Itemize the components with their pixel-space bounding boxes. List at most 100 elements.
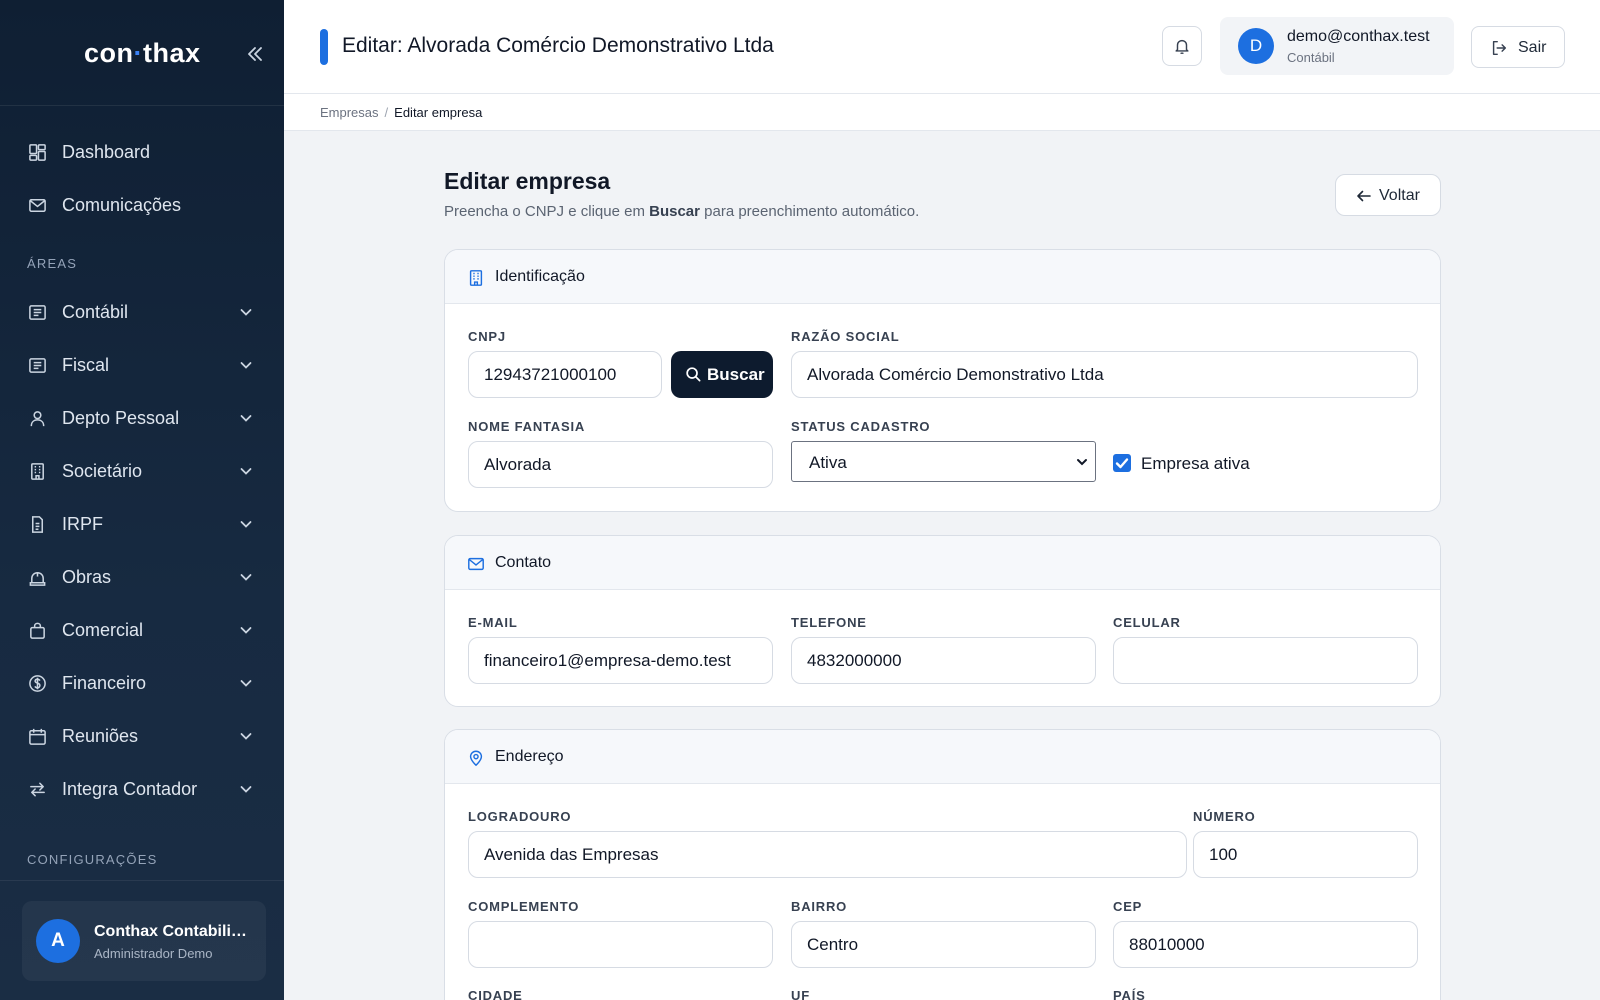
logradouro-input[interactable]: Avenida das Empresas	[468, 831, 1187, 878]
mail-icon	[27, 195, 47, 215]
breadcrumb: Empresas / Editar empresa	[320, 105, 482, 120]
card-header: Contato	[445, 536, 1440, 590]
user-icon	[27, 408, 47, 428]
notifications-button[interactable]	[1162, 26, 1202, 66]
email-input[interactable]: financeiro1@empresa-demo.test	[468, 637, 773, 684]
status-cadastro-select[interactable]: Ativa	[791, 441, 1096, 482]
complemento-input[interactable]	[468, 921, 773, 968]
search-icon	[686, 367, 701, 382]
sidebar-item-label: Depto Pessoal	[62, 407, 180, 428]
telefone-label: TELEFONE	[791, 615, 867, 630]
cep-label: CEP	[1113, 899, 1143, 914]
bairro-label: BAIRRO	[791, 899, 848, 914]
sidebar-item-label: Obras	[62, 566, 112, 587]
sidebar-item-societario[interactable]: Societário	[0, 448, 284, 494]
page-subtitle: Preencha o CNPJ e clique em Buscar para …	[444, 203, 920, 220]
cnpj-input[interactable]: 12943721000100	[468, 351, 662, 398]
title-accent-bar	[320, 29, 328, 65]
sidebar-item-label: Societário	[62, 460, 143, 481]
chevron-down-icon	[238, 410, 254, 426]
sidebar-item-label: Fiscal	[62, 354, 110, 375]
sidebar-item-depto-pessoal[interactable]: Depto Pessoal	[0, 395, 284, 441]
sidebar-item-contabil[interactable]: Contábil	[0, 289, 284, 335]
cnpj-label: CNPJ	[468, 329, 506, 344]
logout-button[interactable]: Sair	[1471, 26, 1565, 68]
celular-input[interactable]	[1113, 637, 1418, 684]
sidebar-item-irpf[interactable]: IRPF	[0, 501, 284, 547]
sidebar-item-comunicacoes[interactable]: Comunicações	[0, 182, 284, 228]
collapse-sidebar-button[interactable]	[240, 40, 270, 68]
swap-icon	[27, 779, 47, 799]
page-title: Editar empresa	[444, 168, 611, 194]
complemento-label: COMPLEMENTO	[468, 899, 580, 914]
back-button[interactable]: Voltar	[1335, 174, 1441, 216]
card-title: Endereço	[495, 748, 564, 765]
nome-fantasia-label: NOME FANTASIA	[468, 419, 586, 434]
header-title: Editar: Alvorada Comércio Demonstrativo …	[342, 34, 774, 57]
dashboard-icon	[27, 142, 47, 162]
sidebar-item-integra-contador[interactable]: Integra Contador	[0, 766, 284, 812]
razao-social-input[interactable]: Alvorada Comércio Demonstrativo Ltda	[791, 351, 1418, 398]
numero-label: NÚMERO	[1193, 809, 1256, 824]
ledger-icon	[27, 355, 47, 375]
endereco-card: Endereço LOGRADOURO Avenida das Empresas…	[444, 729, 1441, 1000]
avatar: D	[1238, 28, 1274, 64]
breadcrumb-link-empresas[interactable]: Empresas	[320, 105, 379, 120]
breadcrumb-separator: /	[384, 105, 389, 120]
contato-card: Contato E-MAIL financeiro1@empresa-demo.…	[444, 535, 1441, 707]
logout-icon	[1492, 40, 1507, 56]
account-menu[interactable]: D demo@conthax.test Contábil	[1220, 17, 1454, 75]
sidebar-section-areas: ÁREAS	[27, 256, 78, 271]
sidebar-item-label: Integra Contador	[62, 778, 198, 799]
nome-fantasia-input[interactable]: Alvorada	[468, 441, 773, 488]
top-header: Editar: Alvorada Comércio Demonstrativo …	[284, 0, 1600, 94]
mail-icon	[468, 557, 484, 571]
sidebar-user-card[interactable]: A Conthax Contabilidade Administrador De…	[22, 901, 266, 981]
logradouro-label: LOGRADOURO	[468, 809, 572, 824]
chevron-down-icon	[238, 569, 254, 585]
back-label: Voltar	[1379, 187, 1420, 204]
sidebar-section-configuracoes: CONFIGURAÇÕES	[27, 852, 158, 867]
ledger-icon	[27, 302, 47, 322]
pais-label: PAÍS	[1113, 988, 1146, 1000]
sidebar-item-label: Contábil	[62, 301, 129, 322]
user-role: Administrador Demo	[94, 946, 213, 961]
chevron-down-icon	[238, 675, 254, 691]
chevron-down-icon	[238, 463, 254, 479]
building-icon	[27, 461, 47, 481]
breadcrumb-current: Editar empresa	[394, 105, 483, 120]
sidebar-item-fiscal[interactable]: Fiscal	[0, 342, 284, 388]
chevron-down-icon	[238, 304, 254, 320]
sidebar-item-dashboard[interactable]: Dashboard	[0, 129, 284, 175]
account-email: demo@conthax.test	[1287, 28, 1430, 45]
arrow-left-icon	[1357, 190, 1371, 202]
status-cadastro-value: Ativa	[809, 453, 847, 472]
sidebar-item-financeiro[interactable]: Financeiro	[0, 660, 284, 706]
sidebar-item-label: Comunicações	[62, 194, 182, 215]
sidebar-item-reunioes[interactable]: Reuniões	[0, 713, 284, 759]
sidebar-logo-bar: con·thax	[0, 0, 284, 106]
email-label: E-MAIL	[468, 615, 518, 630]
cep-input[interactable]: 88010000	[1113, 921, 1418, 968]
sidebar-item-label: Dashboard	[62, 141, 151, 162]
buscar-button[interactable]: Buscar	[671, 351, 773, 398]
empresa-ativa-label: Empresa ativa	[1141, 454, 1250, 473]
empresa-ativa-checkbox[interactable]	[1113, 454, 1131, 472]
sidebar-item-obras[interactable]: Obras	[0, 554, 284, 600]
telefone-input[interactable]: 4832000000	[791, 637, 1096, 684]
sidebar-item-label: Reuniões	[62, 725, 139, 746]
breadcrumb-bar: Empresas / Editar empresa	[284, 94, 1600, 131]
razao-social-label: RAZÃO SOCIAL	[791, 329, 900, 344]
status-cadastro-label: STATUS CADASTRO	[791, 419, 931, 434]
bag-icon	[27, 620, 47, 640]
app-logo[interactable]: con·thax	[84, 38, 201, 69]
card-header: Endereço	[445, 730, 1440, 784]
sidebar-item-comercial[interactable]: Comercial	[0, 607, 284, 653]
sidebar-item-label: Comercial	[62, 619, 144, 640]
building-icon	[469, 270, 483, 286]
numero-input[interactable]: 100	[1193, 831, 1418, 878]
sidebar: con·thax Dashboard Comunicações ÁREAS Co…	[0, 0, 284, 1000]
account-role: Contábil	[1287, 50, 1335, 65]
chevron-down-icon	[238, 728, 254, 744]
bairro-input[interactable]: Centro	[791, 921, 1096, 968]
